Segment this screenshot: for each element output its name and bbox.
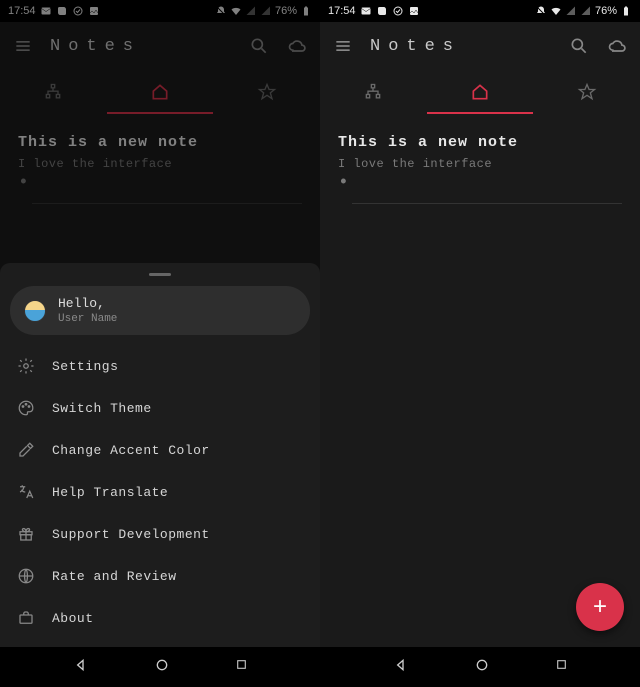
cloud-icon[interactable] [606, 35, 628, 57]
menu-item-translate[interactable]: Help Translate [6, 471, 314, 513]
nav-home[interactable] [154, 657, 170, 678]
search-icon[interactable] [248, 35, 270, 57]
menu-label: About [52, 611, 94, 626]
image-icon [88, 5, 100, 17]
eyedropper-icon [16, 440, 36, 460]
briefcase-icon [16, 608, 36, 628]
phone-screen-right: 17:54 76% Notes This is a new note I lov… [320, 0, 640, 687]
wifi-icon [550, 5, 562, 17]
nav-recent[interactable] [555, 658, 568, 676]
mail-icon [360, 5, 372, 17]
tab-star[interactable] [533, 70, 640, 114]
tab-indicator [107, 112, 214, 114]
evernote-icon [376, 5, 388, 17]
battery-percent: 76% [595, 5, 617, 17]
menu-label: Change Accent Color [52, 443, 210, 458]
menu-item-settings[interactable]: Settings [6, 345, 314, 387]
evernote-icon [56, 5, 68, 17]
nav-bar [0, 647, 320, 687]
tabs [0, 70, 320, 114]
avatar [24, 300, 46, 322]
tab-tree[interactable] [0, 70, 107, 114]
tab-indicator [427, 112, 534, 114]
status-bar: 17:54 76% [320, 0, 640, 22]
status-bar: 17:54 76% [0, 0, 320, 22]
tab-home[interactable] [427, 70, 534, 114]
signal1-icon [565, 5, 577, 17]
signal2-icon [260, 5, 272, 17]
menu-icon[interactable] [332, 35, 354, 57]
palette-icon [16, 398, 36, 418]
username-text: User Name [58, 313, 117, 325]
menu-label: Settings [52, 359, 118, 374]
battery-percent: 76% [275, 5, 297, 17]
app-header: Notes [320, 22, 640, 70]
search-icon[interactable] [568, 35, 590, 57]
fab-new-note[interactable]: + [576, 583, 624, 631]
plus-icon: + [593, 595, 607, 619]
menu-item-support[interactable]: Support Development [6, 513, 314, 555]
translate-icon [16, 482, 36, 502]
gift-icon [16, 524, 36, 544]
tab-home[interactable] [107, 70, 214, 114]
bottom-sheet: Hello, User Name Settings Switch Theme C… [0, 263, 320, 647]
image-icon [408, 5, 420, 17]
globe-star-icon [16, 566, 36, 586]
app-header: Notes [0, 22, 320, 70]
phone-screen-left: 17:54 76% Notes [0, 0, 320, 687]
hello-text: Hello, [58, 296, 117, 311]
sync-icon [392, 5, 404, 17]
menu-item-accent[interactable]: Change Accent Color [6, 429, 314, 471]
nav-back[interactable] [73, 657, 89, 678]
note-card[interactable]: This is a new note I love the interface … [0, 114, 320, 204]
dimmed-region: 17:54 76% Notes [0, 0, 320, 204]
cloud-icon[interactable] [286, 35, 308, 57]
battery-icon [300, 5, 312, 17]
note-bullet: • [338, 179, 622, 187]
gear-icon [16, 356, 36, 376]
tab-star[interactable] [213, 70, 320, 114]
menu-label: Support Development [52, 527, 210, 542]
menu-label: Switch Theme [52, 401, 152, 416]
nav-home[interactable] [474, 657, 490, 678]
note-title: This is a new note [18, 134, 302, 151]
signal1-icon [245, 5, 257, 17]
wifi-icon [230, 5, 242, 17]
sync-icon [72, 5, 84, 17]
nav-recent[interactable] [235, 658, 248, 676]
status-time: 17:54 [8, 5, 36, 17]
dnd-icon [215, 5, 227, 17]
menu-label: Rate and Review [52, 569, 177, 584]
menu-icon[interactable] [12, 35, 34, 57]
battery-icon [620, 5, 632, 17]
app-title: Notes [370, 37, 552, 56]
app-title: Notes [50, 37, 232, 56]
note-title: This is a new note [338, 134, 622, 151]
mail-icon [40, 5, 52, 17]
menu-item-theme[interactable]: Switch Theme [6, 387, 314, 429]
nav-back[interactable] [393, 657, 409, 678]
sheet-handle[interactable] [149, 273, 171, 276]
note-body: I love the interface [18, 157, 302, 171]
note-divider [352, 203, 622, 204]
dnd-icon [535, 5, 547, 17]
note-body: I love the interface [338, 157, 622, 171]
note-bullet: • [18, 179, 302, 187]
nav-bar [320, 647, 640, 687]
signal2-icon [580, 5, 592, 17]
menu-item-about[interactable]: About [6, 597, 314, 639]
menu-label: Help Translate [52, 485, 168, 500]
tabs [320, 70, 640, 114]
menu-item-rate[interactable]: Rate and Review [6, 555, 314, 597]
note-divider [32, 203, 302, 204]
status-time: 17:54 [328, 5, 356, 17]
user-pill[interactable]: Hello, User Name [10, 286, 310, 335]
tab-tree[interactable] [320, 70, 427, 114]
